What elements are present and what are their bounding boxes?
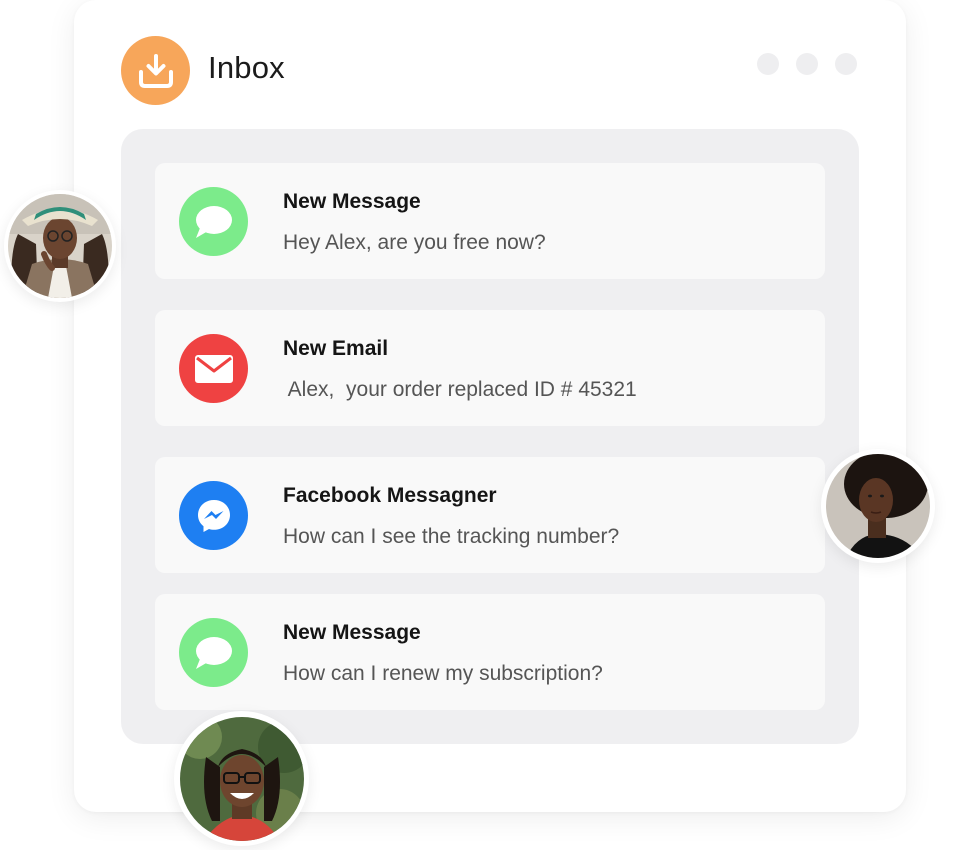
item-text: How can I see the tracking number? — [283, 525, 620, 548]
inbox-illustration: Inbox New Message Hey Alex, are you free… — [0, 0, 956, 850]
page-title: Inbox — [208, 50, 285, 85]
window-control-dot[interactable] — [757, 53, 779, 75]
list-item[interactable]: Facebook Messagner How can I see the tra… — [155, 457, 825, 573]
item-title: Facebook Messagner — [283, 484, 497, 507]
item-title: New Email — [283, 337, 389, 360]
window-control-dot[interactable] — [796, 53, 818, 75]
item-title: New Message — [283, 190, 421, 213]
avatar — [821, 449, 935, 563]
avatar — [4, 190, 116, 302]
list-item[interactable]: New Email Alex, your order replaced ID #… — [155, 310, 825, 426]
messenger-icon — [179, 481, 248, 550]
item-title: New Message — [283, 621, 421, 644]
avatar — [174, 711, 309, 846]
item-text: Alex, your order replaced ID # 45321 — [283, 378, 637, 401]
chat-bubble-icon — [179, 618, 248, 687]
chat-bubble-icon — [179, 187, 248, 256]
item-text: How can I renew my subscription? — [283, 662, 603, 685]
envelope-icon — [179, 334, 248, 403]
list-item[interactable]: New Message How can I renew my subscript… — [155, 594, 825, 710]
list-item[interactable]: New Message Hey Alex, are you free now? — [155, 163, 825, 279]
item-text: Hey Alex, are you free now? — [283, 231, 546, 254]
window-control-dot[interactable] — [835, 53, 857, 75]
inbox-download-icon — [121, 36, 190, 105]
window-controls — [757, 53, 857, 75]
